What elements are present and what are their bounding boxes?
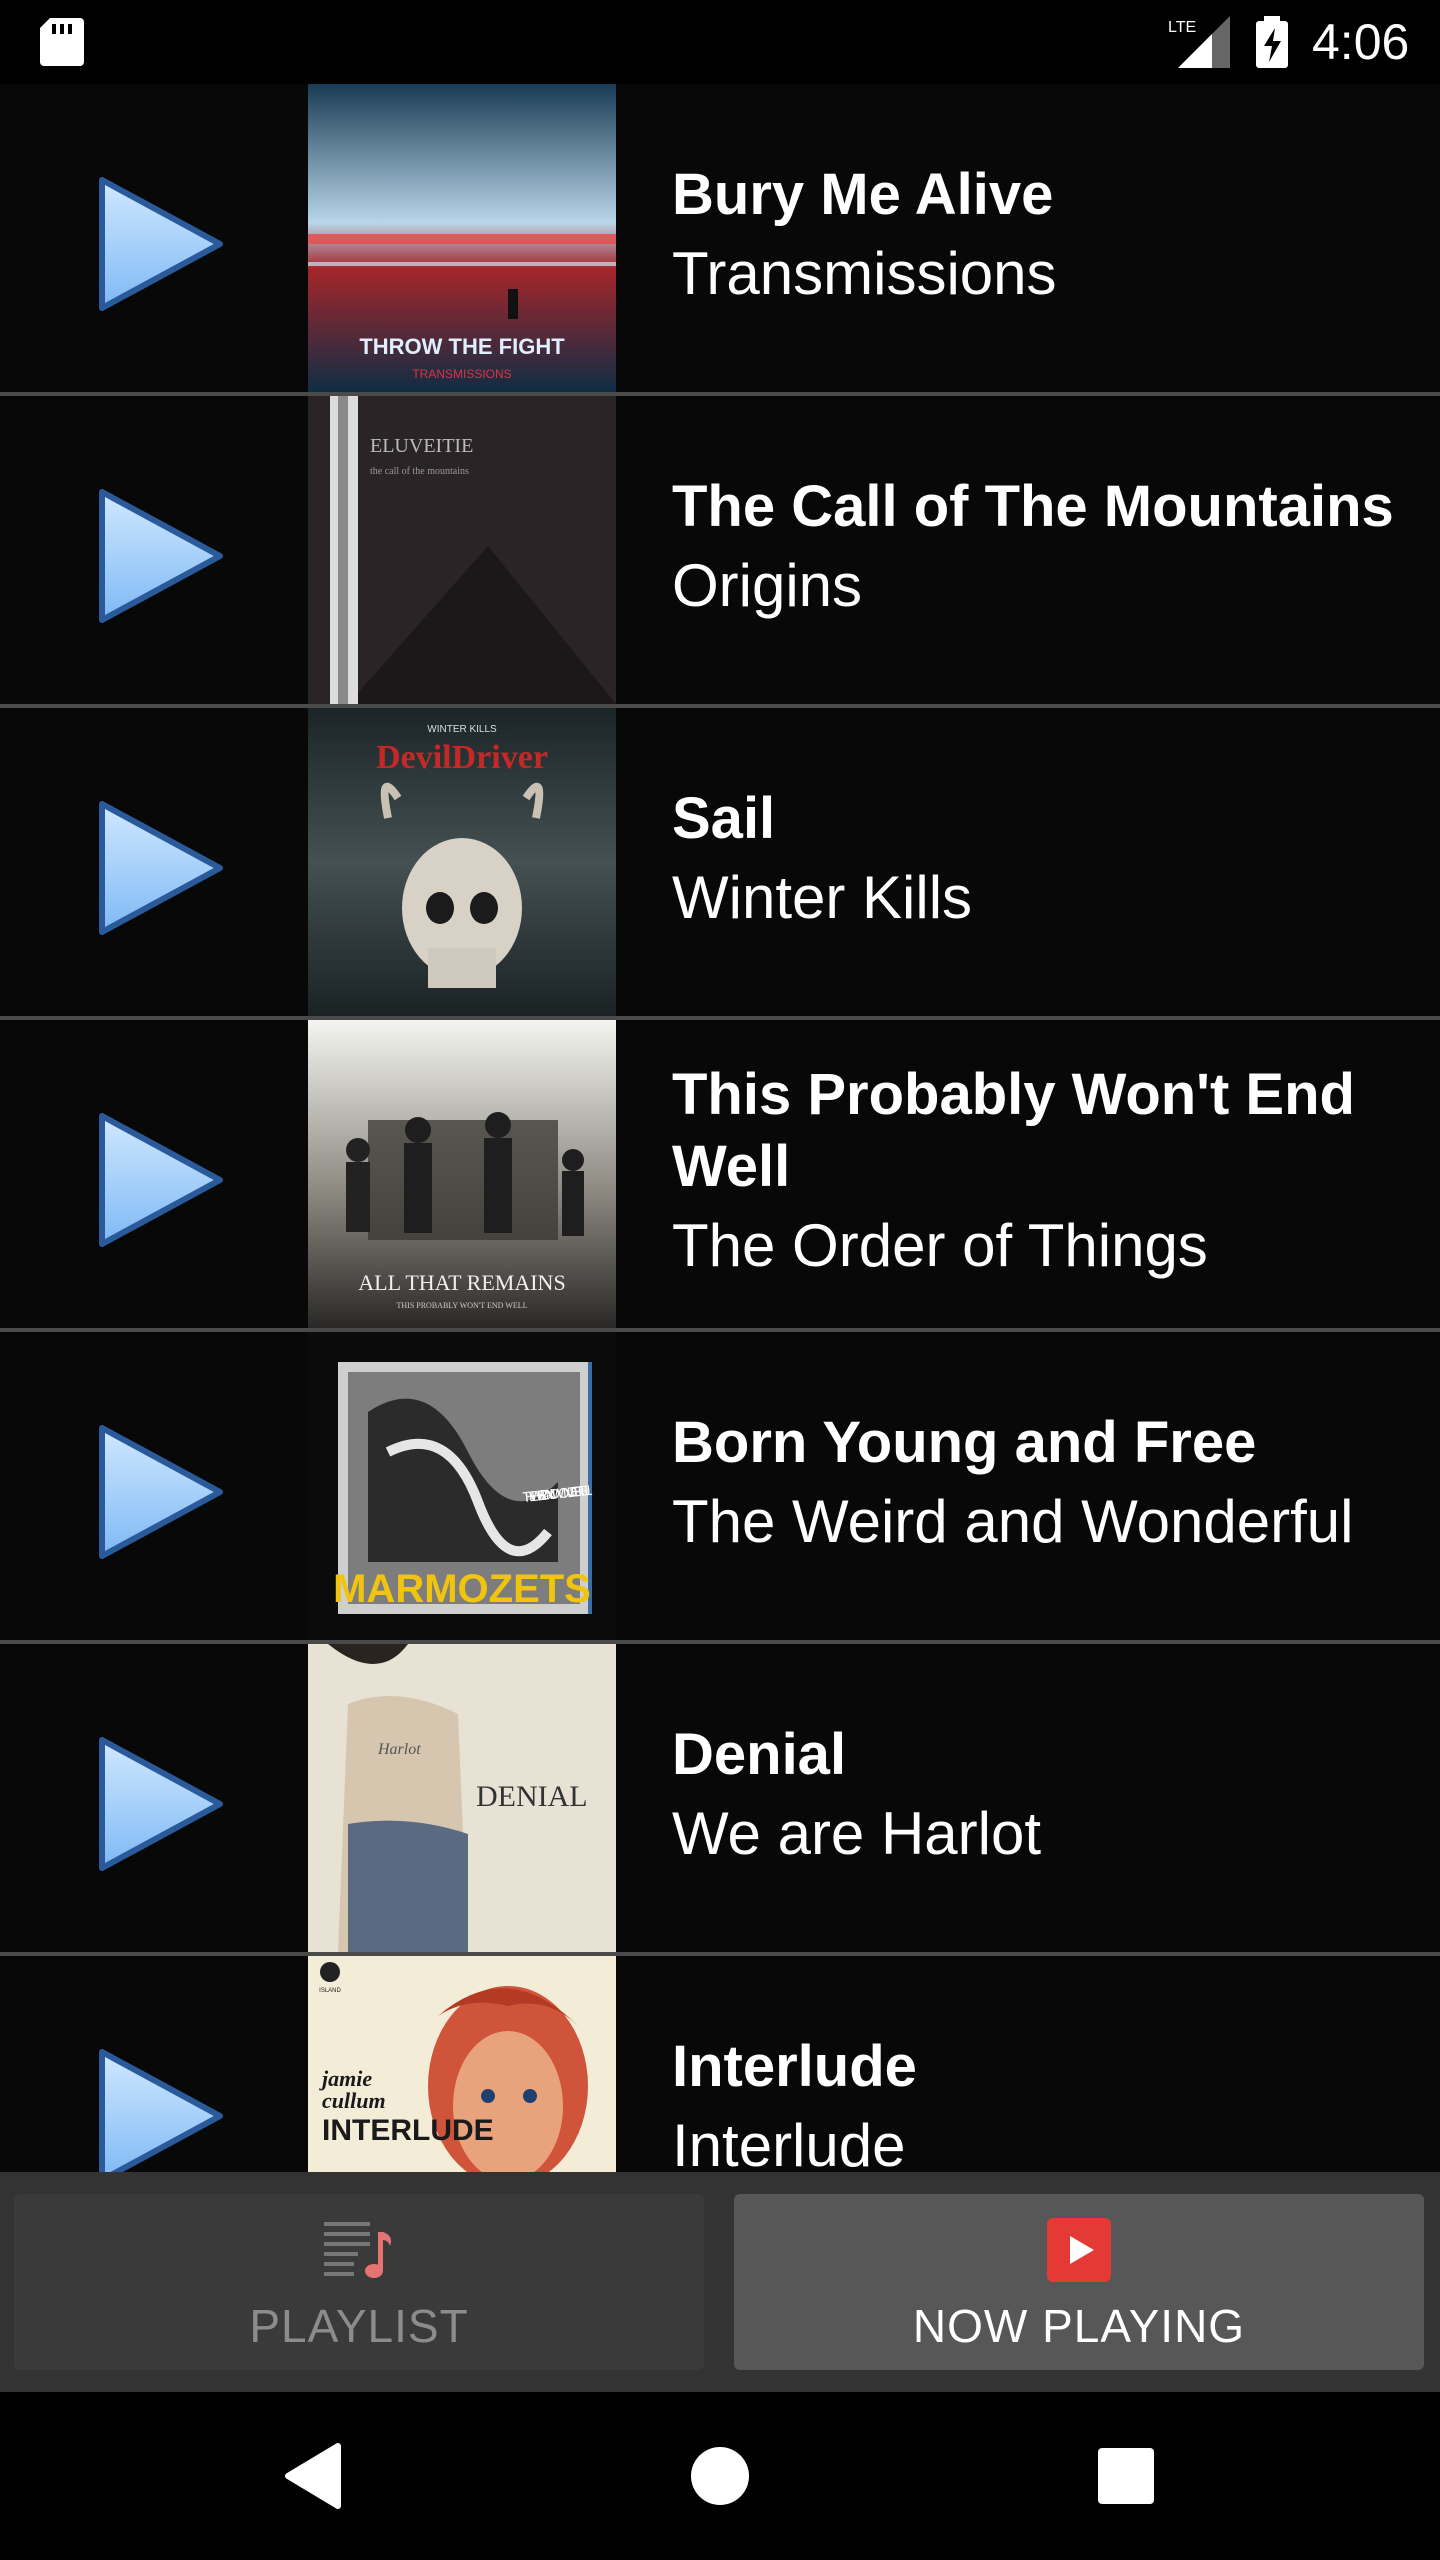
cover-text: THIS PROBABLY WON'T END WELL xyxy=(396,1301,527,1310)
track-info: Denial We are Harlot xyxy=(672,1644,1432,1952)
track-album: The Order of Things xyxy=(672,1212,1208,1279)
track-album: Transmissions xyxy=(672,240,1057,307)
tab-now-playing[interactable]: NOW PLAYING xyxy=(734,2194,1424,2370)
track-album: Interlude xyxy=(672,2112,906,2172)
track-row[interactable]: THROW THE FIGHT TRANSMISSIONS Bury Me Al… xyxy=(0,84,1440,396)
status-bar: LTE 4:06 xyxy=(0,0,1440,84)
track-info: Sail Winter Kills xyxy=(672,708,1432,1016)
track-info: Interlude Interlude xyxy=(672,1956,1432,2172)
cover-text: THROW THE FIGHT xyxy=(359,334,565,359)
cover-text: ISLAND xyxy=(319,1988,341,1994)
tab-playlist[interactable]: PLAYLIST xyxy=(14,2194,704,2370)
album-cover: THROW THE FIGHT TRANSMISSIONS xyxy=(308,84,616,392)
bottom-tab-bar: PLAYLIST NOW PLAYING xyxy=(0,2172,1440,2392)
track-row[interactable]: ISLAND jamie cullum INTERLUDE Interlude … xyxy=(0,1956,1440,2172)
play-box-icon xyxy=(1047,2218,1111,2282)
track-info: This Probably Won't End Well The Order o… xyxy=(672,1020,1432,1328)
recents-icon[interactable] xyxy=(1086,2436,1166,2516)
track-info: Bury Me Alive Transmissions xyxy=(672,84,1432,392)
cover-text: Harlot xyxy=(377,1741,421,1758)
tab-label: PLAYLIST xyxy=(249,2300,469,2352)
back-icon[interactable] xyxy=(276,2436,356,2516)
track-row[interactable]: ELUVEITIE the call of the mountains The … xyxy=(0,396,1440,708)
cover-text: ELUVEITIE xyxy=(370,435,473,457)
album-cover: ISLAND jamie cullum INTERLUDE xyxy=(308,1956,616,2172)
track-list[interactable]: THROW THE FIGHT TRANSMISSIONS Bury Me Al… xyxy=(0,84,1440,2172)
track-row[interactable]: WINTER KILLS DevilDriver Sail Winter Kil… xyxy=(0,708,1440,1020)
cover-text: the call of the mountains xyxy=(370,466,469,477)
cover-text: TRANSMISSIONS xyxy=(412,367,511,381)
track-title: This Probably Won't End Well xyxy=(672,1062,1355,1199)
tab-label: NOW PLAYING xyxy=(912,2300,1246,2352)
track-info: The Call of The Mountains Origins xyxy=(672,396,1432,704)
network-type-label: LTE xyxy=(1168,19,1196,36)
album-cover: WINTER KILLS DevilDriver xyxy=(308,708,616,1016)
track-album: Origins xyxy=(672,552,863,619)
track-title: Bury Me Alive xyxy=(672,162,1054,227)
track-album: Winter Kills xyxy=(672,864,973,931)
cover-text: cullum xyxy=(322,2088,386,2113)
home-icon[interactable] xyxy=(680,2436,760,2516)
track-row[interactable]: THE WEIRD AND WONDERFUL MARMOZETS Born Y… xyxy=(0,1332,1440,1644)
play-icon[interactable] xyxy=(96,1734,226,1874)
track-title: Interlude xyxy=(672,2034,917,2099)
track-title: Born Young and Free xyxy=(672,1410,1257,1475)
cover-text: MARMOZETS xyxy=(333,1567,591,1611)
play-icon[interactable] xyxy=(96,1110,226,1250)
track-row[interactable]: ALL THAT REMAINS THIS PROBABLY WON'T END… xyxy=(0,1020,1440,1332)
play-icon[interactable] xyxy=(96,1422,226,1562)
track-album: We are Harlot xyxy=(672,1800,1042,1867)
play-icon[interactable] xyxy=(96,174,226,314)
play-icon[interactable] xyxy=(96,486,226,626)
status-clock: 4:06 xyxy=(1312,14,1410,70)
cover-text: WINTER KILLS xyxy=(427,724,497,735)
track-title: Denial xyxy=(672,1722,847,1787)
play-icon[interactable] xyxy=(96,798,226,938)
play-icon[interactable] xyxy=(96,2046,226,2172)
album-cover: ELUVEITIE the call of the mountains xyxy=(308,396,616,704)
track-info: Born Young and Free The Weird and Wonder… xyxy=(672,1332,1432,1640)
cover-text: DevilDriver xyxy=(376,739,548,776)
track-title: The Call of The Mountains xyxy=(672,474,1394,539)
track-album: The Weird and Wonderful xyxy=(672,1488,1354,1555)
battery-charging-icon xyxy=(1256,16,1288,68)
track-title: Sail xyxy=(672,786,776,851)
system-nav-bar xyxy=(0,2392,1440,2560)
track-row[interactable]: Harlot DENIAL Denial We are Harlot xyxy=(0,1644,1440,1956)
lte-signal-icon: LTE xyxy=(1168,16,1230,68)
album-cover: ALL THAT REMAINS THIS PROBABLY WON'T END… xyxy=(308,1020,616,1328)
sd-card-icon xyxy=(40,18,84,66)
playlist-music-icon xyxy=(324,2222,392,2278)
album-cover: THE WEIRD AND WONDERFUL MARMOZETS xyxy=(308,1332,616,1640)
album-cover: Harlot DENIAL xyxy=(308,1644,616,1952)
cover-text: ALL THAT REMAINS xyxy=(358,1270,565,1295)
cover-text: DENIAL xyxy=(476,1780,588,1813)
cover-text: INTERLUDE xyxy=(322,2114,494,2147)
